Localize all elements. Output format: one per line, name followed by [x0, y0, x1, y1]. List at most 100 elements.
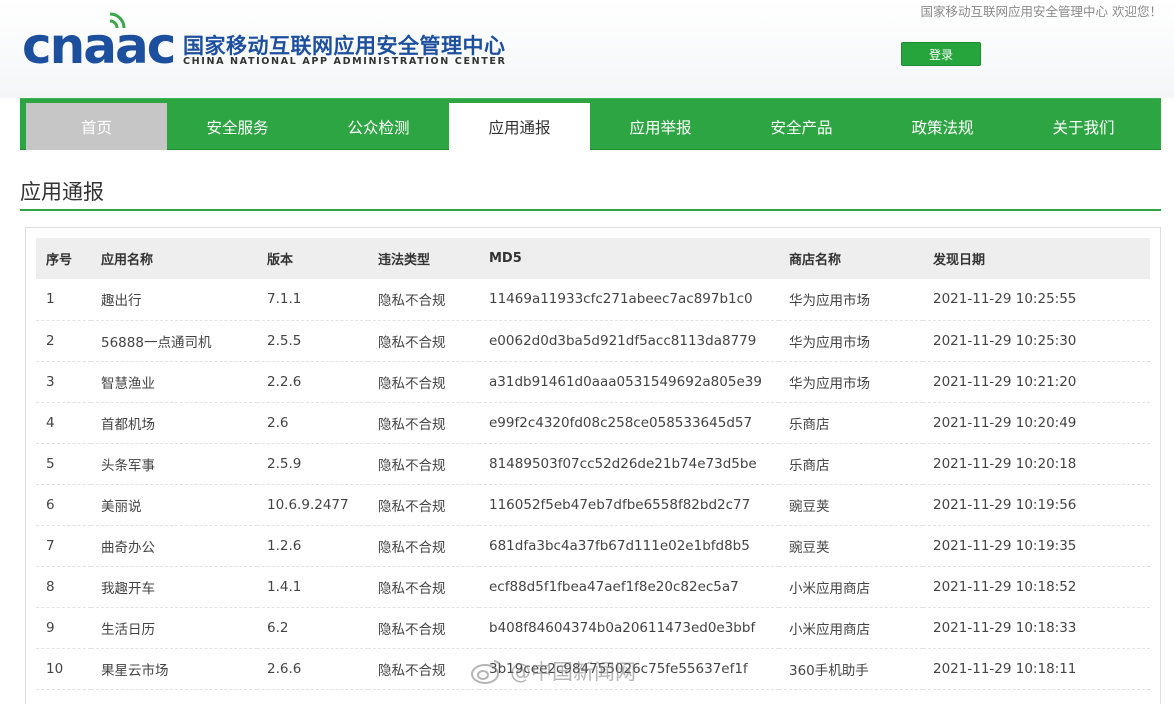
page-title: 应用通报 [20, 180, 104, 204]
cell-md5: 11469a11933cfc271abeec7ac897b1c0 [479, 279, 779, 321]
col-header-store: 商店名称 [779, 238, 923, 279]
col-header-index: 序号 [36, 238, 91, 279]
cell-version: 2.6.6 [257, 648, 368, 690]
nav-item-home[interactable]: 首页 [26, 103, 167, 150]
nav-item-public-inspection[interactable]: 公众检测 [308, 103, 449, 150]
login-button[interactable]: 登录 [901, 42, 981, 66]
cell-app-name: 56888一点通司机 [91, 320, 257, 362]
cell-store: 豌豆荚 [779, 484, 923, 526]
nav-item-security-products[interactable]: 安全产品 [731, 103, 872, 150]
nav-item-app-notices[interactable]: 应用通报 [449, 103, 590, 150]
cell-store: 华为应用市场 [779, 320, 923, 362]
table-row: 9 生活日历 6.2 隐私不合规 b408f84604374b0a2061147… [36, 607, 1150, 649]
cell-app-name: 智慧渔业 [91, 361, 257, 403]
cell-md5: 116052f5eb47eb7dfbe6558f82bd2c77 [479, 484, 779, 526]
cell-md5: 681dfa3bc4a37fb67d111e02e1bfd8b5 [479, 525, 779, 567]
cell-version: 2.5.9 [257, 443, 368, 485]
main-nav: 首页 安全服务 公众检测 应用通报 应用举报 安全产品 政策法规 关于我们 [20, 98, 1161, 150]
cell-date: 2021-11-29 10:18:52 [923, 566, 1150, 608]
cell-violation-type: 隐私不合规 [368, 607, 479, 649]
cell-date: 2021-11-29 10:18:11 [923, 648, 1150, 690]
cell-app-name: 曲奇办公 [91, 525, 257, 567]
site-header: 国家移动互联网应用安全管理中心 欢迎您！ cnaac 国家移动互联网应用安全管理… [0, 0, 1174, 98]
nav-item-security-services[interactable]: 安全服务 [167, 103, 308, 150]
cell-app-name: 果星云市场 [91, 648, 257, 690]
cnaac-logo-mark: cnaac [22, 12, 176, 75]
cell-app-name: 生活日历 [91, 607, 257, 649]
cell-index: 8 [36, 566, 91, 608]
col-header-violation-type: 违法类型 [368, 238, 479, 279]
cell-version: 1.4.1 [257, 566, 368, 608]
cell-index: 1 [36, 279, 91, 321]
cell-date: 2021-11-29 10:20:49 [923, 402, 1150, 444]
cell-version: 2.5.5 [257, 320, 368, 362]
cell-violation-type: 隐私不合规 [368, 566, 479, 608]
cell-violation-type: 隐私不合规 [368, 484, 479, 526]
cell-violation-type: 隐私不合规 [368, 525, 479, 567]
cell-store: 华为应用市场 [779, 361, 923, 403]
table-row: 2 56888一点通司机 2.5.5 隐私不合规 e0062d0d3ba5d92… [36, 320, 1150, 362]
cell-violation-type: 隐私不合规 [368, 648, 479, 690]
title-divider [20, 209, 1161, 211]
cell-index: 6 [36, 484, 91, 526]
cell-violation-type: 隐私不合规 [368, 361, 479, 403]
cell-index: 7 [36, 525, 91, 567]
cell-version: 2.2.6 [257, 361, 368, 403]
cell-violation-type: 隐私不合规 [368, 320, 479, 362]
cell-md5: ecf88d5f1fbea47aef1f8e20c82ec5a7 [479, 566, 779, 608]
cell-violation-type: 隐私不合规 [368, 279, 479, 321]
cell-violation-type: 隐私不合规 [368, 402, 479, 444]
nav-item-about-us[interactable]: 关于我们 [1013, 103, 1154, 150]
cell-app-name: 首都机场 [91, 402, 257, 444]
cell-index: 4 [36, 402, 91, 444]
cell-version: 2.6 [257, 402, 368, 444]
cell-date: 2021-11-29 10:19:35 [923, 525, 1150, 567]
cell-store: 豌豆荚 [779, 525, 923, 567]
table-row: 8 我趣开车 1.4.1 隐私不合规 ecf88d5f1fbea47aef1f8… [36, 566, 1150, 608]
cell-version: 6.2 [257, 607, 368, 649]
cell-app-name: 趣出行 [91, 279, 257, 321]
cell-app-name: 美丽说 [91, 484, 257, 526]
cell-index: 5 [36, 443, 91, 485]
cell-index: 2 [36, 320, 91, 362]
app-notice-table: 序号 应用名称 版本 违法类型 MD5 商店名称 发现日期 1 趣出行 7.1.… [36, 238, 1150, 690]
cell-store: 乐商店 [779, 443, 923, 485]
cell-store: 华为应用市场 [779, 279, 923, 321]
cell-date: 2021-11-29 10:20:18 [923, 443, 1150, 485]
cell-index: 10 [36, 648, 91, 690]
cell-md5: e99f2c4320fd08c258ce058533645d57 [479, 402, 779, 444]
nav-item-policies[interactable]: 政策法规 [872, 103, 1013, 150]
notice-panel: 序号 应用名称 版本 违法类型 MD5 商店名称 发现日期 1 趣出行 7.1.… [25, 227, 1161, 704]
welcome-text: 国家移动互联网应用安全管理中心 欢迎您！ [920, 4, 1162, 19]
col-header-version: 版本 [257, 238, 368, 279]
table-row: 4 首都机场 2.6 隐私不合规 e99f2c4320fd08c258ce058… [36, 402, 1150, 444]
cell-store: 乐商店 [779, 402, 923, 444]
site-logo[interactable]: cnaac 国家移动互联网应用安全管理中心 CHINA NATIONAL APP… [22, 8, 532, 75]
cell-md5: b408f84604374b0a20611473ed0e3bbf [479, 607, 779, 649]
logo-english-name: CHINA NATIONAL APP ADMINISTRATION CENTER [183, 56, 507, 67]
table-row: 5 头条军事 2.5.9 隐私不合规 81489503f07cc52d26de2… [36, 443, 1150, 485]
cell-date: 2021-11-29 10:19:56 [923, 484, 1150, 526]
cell-md5: a31db91461d0aaa0531549692a805e39 [479, 361, 779, 403]
cell-version: 7.1.1 [257, 279, 368, 321]
table-row: 6 美丽说 10.6.9.2477 隐私不合规 116052f5eb47eb7d… [36, 484, 1150, 526]
logo-mark-text: cnaac [22, 17, 174, 70]
cell-store: 小米应用商店 [779, 607, 923, 649]
col-header-app-name: 应用名称 [91, 238, 257, 279]
nav-item-app-report[interactable]: 应用举报 [590, 103, 731, 150]
cell-date: 2021-11-29 10:25:30 [923, 320, 1150, 362]
table-header-row: 序号 应用名称 版本 违法类型 MD5 商店名称 发现日期 [36, 238, 1150, 279]
cell-store: 小米应用商店 [779, 566, 923, 608]
cell-app-name: 头条军事 [91, 443, 257, 485]
cell-date: 2021-11-29 10:21:20 [923, 361, 1150, 403]
cell-index: 9 [36, 607, 91, 649]
cell-version: 1.2.6 [257, 525, 368, 567]
cell-violation-type: 隐私不合规 [368, 443, 479, 485]
cell-date: 2021-11-29 10:25:55 [923, 279, 1150, 321]
col-header-md5: MD5 [479, 238, 779, 279]
cell-md5: 3b19cee2c984755026c75fe55637ef1f [479, 648, 779, 690]
cell-app-name: 我趣开车 [91, 566, 257, 608]
cell-store: 360手机助手 [779, 648, 923, 690]
table-row: 3 智慧渔业 2.2.6 隐私不合规 a31db91461d0aaa053154… [36, 361, 1150, 403]
cell-date: 2021-11-29 10:18:33 [923, 607, 1150, 649]
